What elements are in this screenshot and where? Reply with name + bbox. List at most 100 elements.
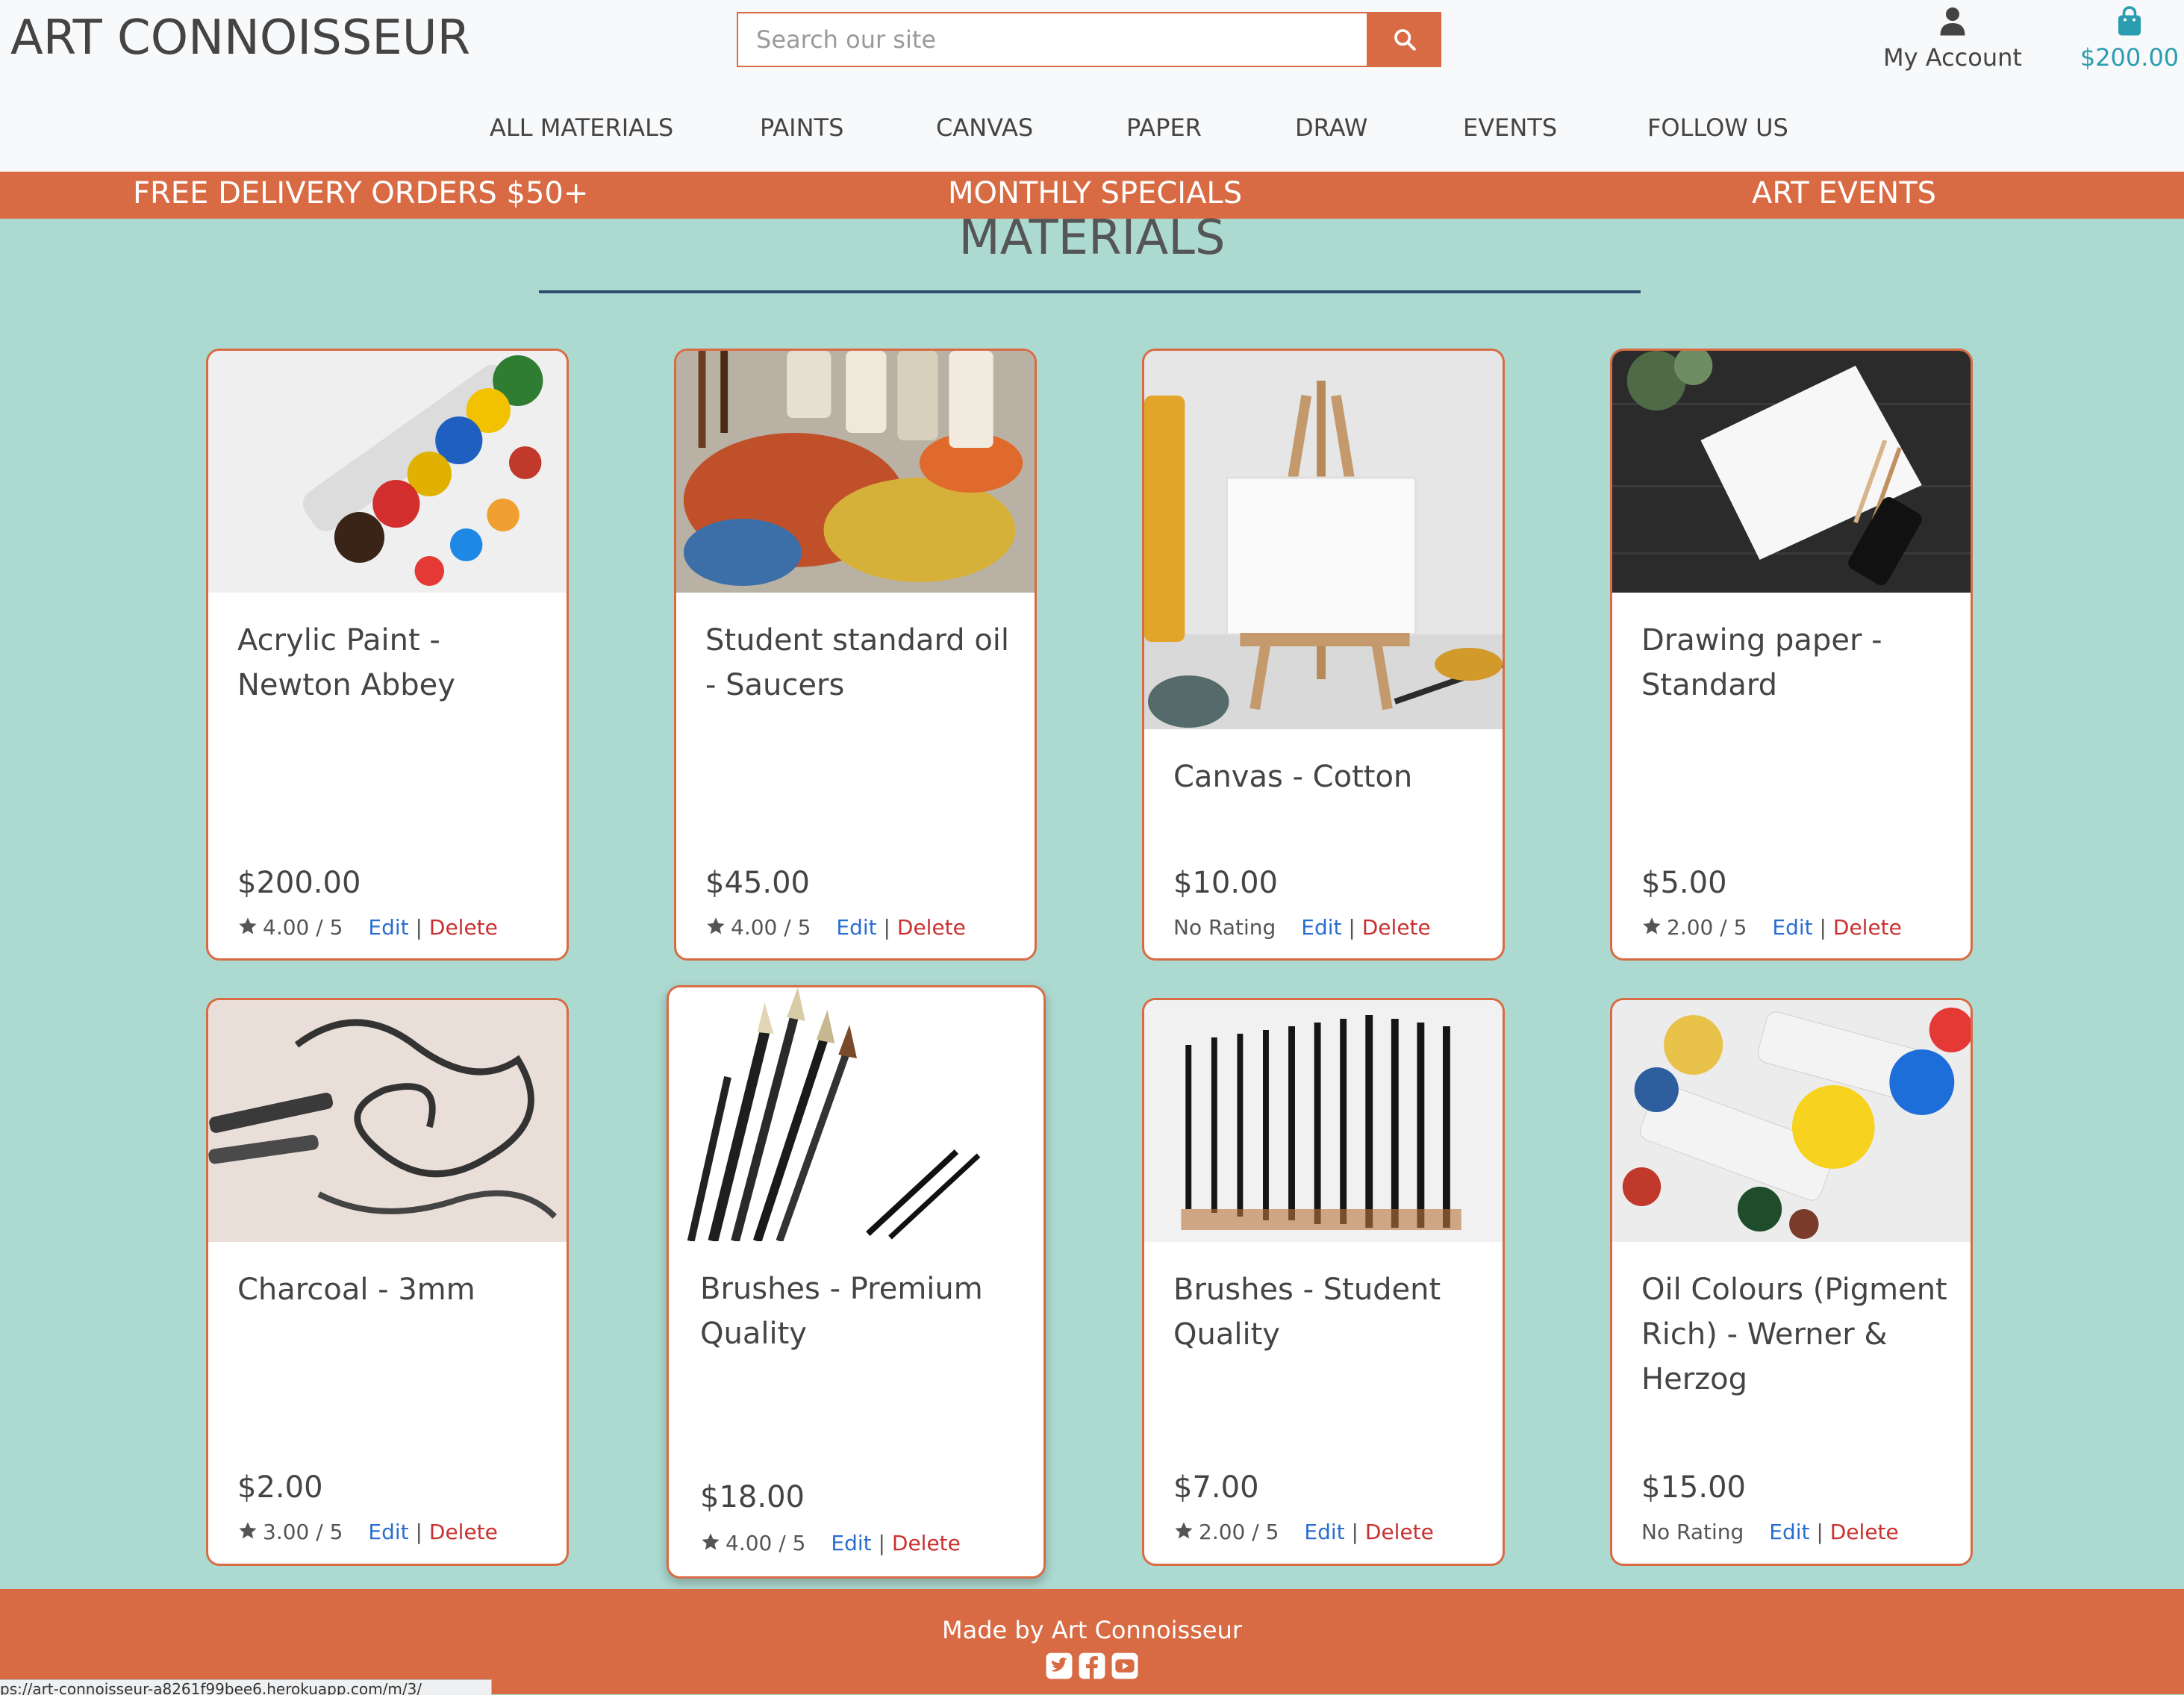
product-rating: No Rating: [1641, 1520, 1744, 1544]
product-card[interactable]: Canvas - Cotton $10.00 No Rating Edit | D…: [1142, 349, 1505, 961]
edit-link[interactable]: Edit: [368, 915, 408, 940]
edit-link[interactable]: Edit: [831, 1531, 871, 1555]
banner-art-events[interactable]: ART EVENTS: [1752, 176, 1936, 210]
product-image[interactable]: [676, 351, 1035, 593]
product-rating: 4.00 / 5: [731, 915, 811, 940]
nav-draw[interactable]: DRAW: [1295, 113, 1367, 142]
my-account-link[interactable]: My Account: [1881, 4, 2024, 72]
youtube-icon[interactable]: [1111, 1652, 1139, 1680]
banner-free-delivery[interactable]: FREE DELIVERY ORDERS $50+: [133, 176, 588, 210]
delete-link[interactable]: Delete: [429, 915, 498, 940]
site-header: ART CONNOISSEUR My Account $200.00 ALL M…: [0, 0, 2184, 172]
delete-link[interactable]: Delete: [429, 1520, 498, 1544]
product-price: $5.00: [1641, 866, 1727, 900]
product-price: $200.00: [237, 866, 361, 900]
nav-follow-us[interactable]: FOLLOW US: [1647, 113, 1788, 142]
banner-monthly-specials[interactable]: MONTHLY SPECIALS: [948, 176, 1242, 210]
delete-link[interactable]: Delete: [892, 1531, 961, 1555]
product-card[interactable]: Brushes - Student Quality $7.00 2.00 / 5…: [1142, 998, 1505, 1566]
product-name[interactable]: Charcoal - 3mm: [237, 1267, 544, 1312]
edit-link[interactable]: Edit: [836, 915, 876, 940]
product-card[interactable]: Drawing paper - Standard $5.00 2.00 / 5 E…: [1610, 349, 1973, 961]
page-title: MATERIALS: [958, 210, 1226, 266]
link-separator: |: [415, 915, 422, 940]
product-image[interactable]: [1144, 351, 1503, 729]
product-name[interactable]: Canvas - Cotton: [1173, 755, 1480, 799]
product-card[interactable]: Charcoal - 3mm $2.00 3.00 / 5 Edit | Dele…: [206, 998, 569, 1566]
link-separator: |: [878, 1531, 885, 1555]
product-image[interactable]: [1144, 1000, 1503, 1242]
edit-link[interactable]: Edit: [1301, 915, 1341, 940]
link-separator: |: [1819, 915, 1826, 940]
search-form: [737, 12, 1441, 67]
star-icon: [1175, 1522, 1193, 1539]
product-image[interactable]: [208, 351, 567, 593]
nav-events[interactable]: EVENTS: [1463, 113, 1557, 142]
nav-paints[interactable]: PAINTS: [760, 113, 843, 142]
link-separator: |: [883, 915, 890, 940]
product-card[interactable]: Student standard oil - Saucers $45.00 4.…: [674, 349, 1037, 961]
shopping-bag-icon: [2118, 6, 2141, 36]
product-card[interactable]: Acrylic Paint - Newton Abbey $200.00 4.0…: [206, 349, 569, 961]
link-separator: |: [415, 1520, 422, 1544]
product-rating: No Rating: [1173, 915, 1276, 940]
search-icon: [1394, 29, 1416, 51]
my-account-label: My Account: [1883, 43, 2022, 72]
product-name[interactable]: Acrylic Paint - Newton Abbey: [237, 618, 544, 708]
footer-credit: Made by Art Connoisseur: [942, 1616, 1242, 1644]
link-separator: |: [1816, 1520, 1823, 1544]
twitter-icon[interactable]: [1045, 1652, 1073, 1680]
product-name[interactable]: Drawing paper - Standard: [1641, 618, 1948, 708]
product-rating: 2.00 / 5: [1667, 915, 1747, 940]
browser-status-url: ps://art-connoisseur-a8261f99bee6.heroku…: [0, 1679, 492, 1695]
delete-link[interactable]: Delete: [1365, 1520, 1434, 1544]
product-price: $15.00: [1641, 1470, 1746, 1505]
product-name[interactable]: Brushes - Premium Quality: [700, 1267, 1021, 1356]
product-name[interactable]: Brushes - Student Quality: [1173, 1267, 1480, 1357]
social-links: [1045, 1652, 1139, 1680]
product-price: $7.00: [1173, 1470, 1259, 1505]
cart-total: $200.00: [2080, 43, 2180, 72]
product-price: $2.00: [237, 1470, 323, 1505]
edit-link[interactable]: Edit: [1304, 1520, 1344, 1544]
delete-link[interactable]: Delete: [1830, 1520, 1899, 1544]
product-rating: 2.00 / 5: [1199, 1520, 1279, 1544]
product-name[interactable]: Student standard oil - Saucers: [705, 618, 1012, 708]
delete-link[interactable]: Delete: [897, 915, 966, 940]
star-icon: [239, 917, 257, 934]
product-rating: 3.00 / 5: [263, 1520, 343, 1544]
nav-all-materials[interactable]: ALL MATERIALS: [490, 113, 673, 142]
product-price: $45.00: [705, 866, 810, 900]
product-image[interactable]: [208, 1000, 567, 1242]
product-price: $10.00: [1173, 866, 1278, 900]
edit-link[interactable]: Edit: [1769, 1520, 1809, 1544]
product-rating: 4.00 / 5: [726, 1531, 806, 1555]
nav-canvas[interactable]: CANVAS: [936, 113, 1033, 142]
star-icon: [239, 1522, 257, 1539]
title-divider: [539, 290, 1641, 293]
link-separator: |: [1351, 1520, 1358, 1544]
product-card[interactable]: Oil Colours (Pigment Rich) - Werner & He…: [1610, 998, 1973, 1566]
product-card-hovered[interactable]: Brushes - Premium Quality $18.00 4.00 / …: [667, 985, 1046, 1579]
user-icon: [1940, 7, 1965, 36]
cart-link[interactable]: $200.00: [2074, 4, 2184, 72]
site-footer: Made by Art Connoisseur: [0, 1589, 2184, 1694]
link-separator: |: [1348, 915, 1355, 940]
product-name[interactable]: Oil Colours (Pigment Rich) - Werner & He…: [1641, 1267, 1948, 1402]
search-button[interactable]: [1368, 12, 1441, 67]
product-image[interactable]: [669, 987, 1043, 1241]
star-icon: [707, 917, 725, 934]
search-input[interactable]: [737, 12, 1368, 67]
site-logo[interactable]: ART CONNOISSEUR: [10, 10, 470, 66]
nav-paper[interactable]: PAPER: [1126, 113, 1202, 142]
product-rating: 4.00 / 5: [263, 915, 343, 940]
product-image[interactable]: [1612, 1000, 1971, 1242]
star-icon: [1643, 917, 1661, 934]
edit-link[interactable]: Edit: [1772, 915, 1812, 940]
product-image[interactable]: [1612, 351, 1971, 593]
facebook-icon[interactable]: [1078, 1652, 1106, 1680]
delete-link[interactable]: Delete: [1362, 915, 1431, 940]
star-icon: [702, 1533, 720, 1550]
delete-link[interactable]: Delete: [1833, 915, 1902, 940]
edit-link[interactable]: Edit: [368, 1520, 408, 1544]
